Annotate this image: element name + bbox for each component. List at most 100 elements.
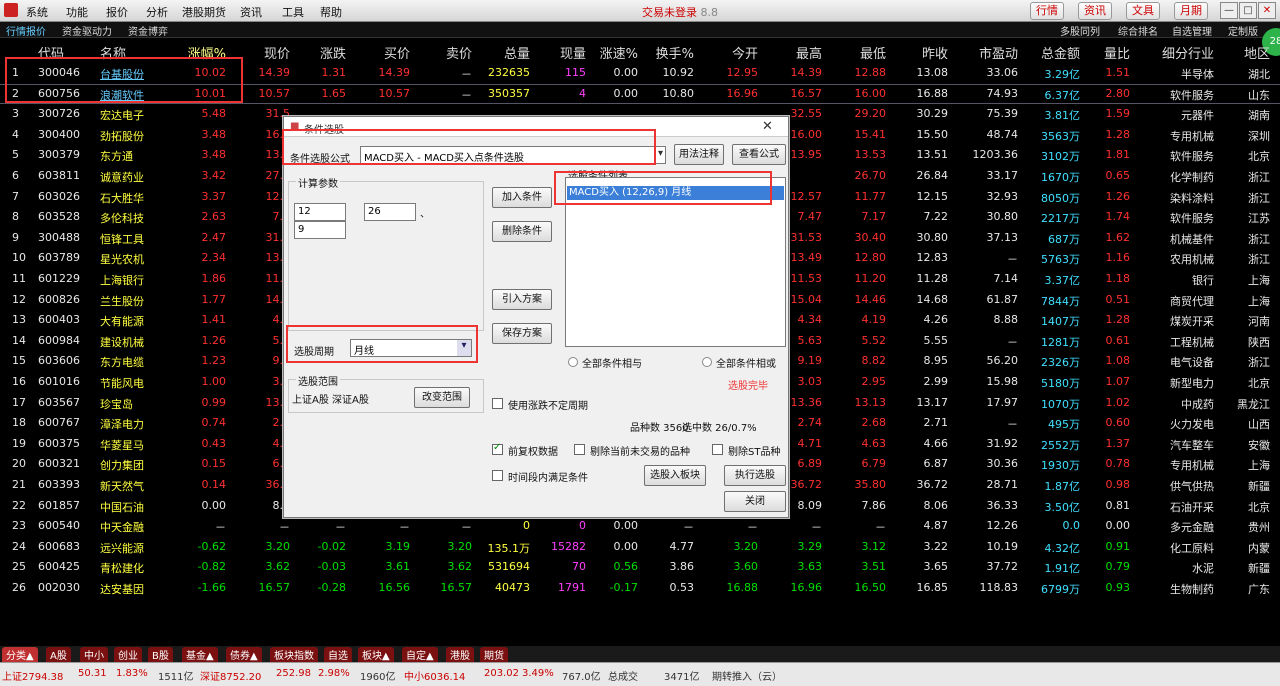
tab-quote-list[interactable]: 行情报价 — [6, 23, 46, 38]
cell-ask: 3.62 — [447, 560, 473, 574]
menu-news[interactable]: 资讯 — [240, 4, 262, 20]
news-button[interactable]: 资讯 — [1078, 2, 1112, 20]
column-header-amt[interactable]: 总金额 — [1024, 43, 1080, 62]
column-header-prev[interactable]: 昨收 — [892, 43, 948, 62]
monthly-button[interactable]: 月期 — [1174, 2, 1208, 20]
column-header-vol[interactable]: 总量 — [476, 43, 530, 62]
add-condition-button[interactable]: 加入条件 — [492, 187, 552, 208]
cell-area: 上海 — [1248, 294, 1270, 308]
param-3-input[interactable]: 9 — [294, 221, 346, 239]
delete-condition-button[interactable]: 删除条件 — [492, 221, 552, 242]
dialog-close-button[interactable]: 关闭 — [724, 491, 786, 512]
zx-amount: 767.0亿 — [562, 672, 601, 683]
column-header-open[interactable]: 今开 — [700, 43, 758, 62]
cell-vr: 0.51 — [1105, 292, 1131, 306]
tab-fund-game[interactable]: 资金博弈 — [128, 23, 168, 38]
menu-system[interactable]: 系统 — [26, 4, 48, 20]
radio-and[interactable] — [568, 357, 578, 367]
cell-open: 3.60 — [733, 560, 759, 574]
column-header-bid[interactable]: 买价 — [352, 43, 410, 62]
tab-multi-stock[interactable]: 多股同列 — [1060, 23, 1100, 38]
exclude-notrade-checkbox[interactable] — [574, 444, 585, 455]
cell-low: － — [875, 521, 886, 535]
category-tab[interactable]: 基金▲ — [182, 647, 218, 662]
dialog-close-icon[interactable]: ✕ — [762, 119, 773, 134]
menu-function[interactable]: 功能 — [66, 4, 88, 20]
column-header-low[interactable]: 最低 — [828, 43, 886, 62]
column-header-diff[interactable]: 涨跌 — [296, 43, 346, 62]
category-tab[interactable]: 债券▲ — [226, 647, 262, 662]
period-select[interactable]: 月线 ▾ — [350, 339, 472, 357]
table-row[interactable]: 24 600683 远兴能源 -0.62 3.20 -0.02 3.19 3.20 135.1万… — [0, 537, 1280, 558]
category-tab[interactable]: A股 — [46, 647, 71, 662]
menu-hk-futures[interactable]: 港股期货 — [182, 4, 226, 20]
category-tab[interactable]: 港股 — [446, 647, 474, 662]
menu-quote[interactable]: 报价 — [106, 4, 128, 20]
category-tab[interactable]: 自选 — [324, 647, 352, 662]
cell-area: 山西 — [1248, 418, 1270, 432]
execute-screen-button[interactable]: 执行选股 — [724, 465, 786, 486]
cell-low: 12.80 — [854, 251, 887, 265]
column-header-area[interactable]: 地区 — [1226, 43, 1270, 62]
menu-help[interactable]: 帮助 — [320, 4, 342, 20]
cell-pe: 10.19 — [986, 539, 1019, 553]
save-plan-button[interactable]: 保存方案 — [492, 323, 552, 344]
tab-custom[interactable]: 定制版 — [1228, 23, 1258, 38]
param-1-input[interactable]: 12 — [294, 203, 346, 221]
menu-tools[interactable]: 工具 — [282, 4, 304, 20]
sub-toolbar: 行情报价 资金驱动力 资金博弈 多股同列 综合排名 自选管理 定制版 — [0, 22, 1280, 38]
tab-ranking[interactable]: 综合排名 — [1118, 23, 1158, 38]
category-tab[interactable]: 板块▲ — [358, 647, 394, 662]
cell-amt: 3.81亿 — [1044, 109, 1081, 123]
column-header-spd[interactable]: 涨速% — [592, 43, 638, 62]
cell-code: 600540 — [38, 519, 80, 533]
category-tab[interactable]: 期货 — [480, 647, 508, 662]
sh-index: 上证2794.38 — [2, 672, 64, 683]
time-range-checkbox[interactable] — [492, 470, 503, 481]
import-plan-button[interactable]: 引入方案 — [492, 289, 552, 310]
cell-ind: 软件服务 — [1170, 212, 1214, 226]
close-button[interactable]: ✕ — [1258, 2, 1276, 19]
view-formula-button[interactable]: 查看公式 — [732, 144, 786, 165]
tab-watchlist[interactable]: 自选管理 — [1172, 23, 1212, 38]
column-header-ind[interactable]: 细分行业 — [1138, 43, 1214, 62]
category-tab[interactable]: 板块指数 — [270, 647, 318, 662]
radio-or[interactable] — [702, 357, 712, 367]
column-header-ask[interactable]: 卖价 — [416, 43, 472, 62]
stationery-button[interactable]: 文具 — [1126, 2, 1160, 20]
cell-spd: 0.00 — [613, 539, 639, 553]
change-range-button[interactable]: 改变范围 — [414, 387, 470, 408]
to-block-button[interactable]: 选股入板块 — [644, 465, 706, 486]
column-header-high[interactable]: 最高 — [764, 43, 822, 62]
cell-area: 内蒙 — [1248, 541, 1270, 555]
table-row[interactable]: 25 600425 青松建化 -0.82 3.62 -0.03 3.61 3.62 531694… — [0, 557, 1280, 578]
minimize-button[interactable]: — — [1220, 2, 1238, 19]
cell-vol: 135.1万 — [487, 541, 531, 555]
column-header-cur[interactable]: 现量 — [536, 43, 586, 62]
calc-params-label: 计算参数 — [296, 175, 340, 190]
cell-prev: 4.87 — [923, 519, 949, 533]
cell-chg: 0.99 — [201, 395, 227, 409]
quote-button[interactable]: 行情 — [1030, 2, 1064, 20]
category-tab[interactable]: 创业 — [114, 647, 142, 662]
cell-code: 600984 — [38, 333, 80, 347]
param-2-input[interactable]: 26 — [364, 203, 416, 221]
usage-button[interactable]: 用法注释 — [674, 144, 724, 165]
column-header-turn[interactable]: 换手% — [646, 43, 694, 62]
forward-adjust-checkbox[interactable]: ✓ — [492, 442, 503, 455]
category-tab[interactable]: 中小 — [80, 647, 108, 662]
category-tab[interactable]: 自定▲ — [402, 647, 438, 662]
exclude-st-checkbox[interactable] — [712, 444, 723, 455]
menu-analysis[interactable]: 分析 — [146, 4, 168, 20]
column-header-pe[interactable]: 市盈动 — [954, 43, 1018, 62]
cell-area: 江苏 — [1248, 212, 1270, 226]
table-row[interactable]: 26 002030 达安基因 -1.66 16.57 -0.28 16.56 16.57 404… — [0, 578, 1280, 599]
tab-fund-drive[interactable]: 资金驱动力 — [62, 23, 112, 38]
category-tab[interactable]: B股 — [148, 647, 173, 662]
unstable-period-checkbox[interactable] — [492, 398, 503, 409]
maximize-button[interactable]: □ — [1239, 2, 1257, 19]
cell-low: 3.12 — [861, 539, 887, 553]
category-tab[interactable]: 分类▲ — [2, 647, 38, 662]
table-row[interactable]: 23 600540 中天金融－－－－－ 0 0 0.00 －－－－ 4.87 12.26 0.0 0… — [0, 516, 1280, 537]
column-header-vr[interactable]: 量比 — [1086, 43, 1130, 62]
